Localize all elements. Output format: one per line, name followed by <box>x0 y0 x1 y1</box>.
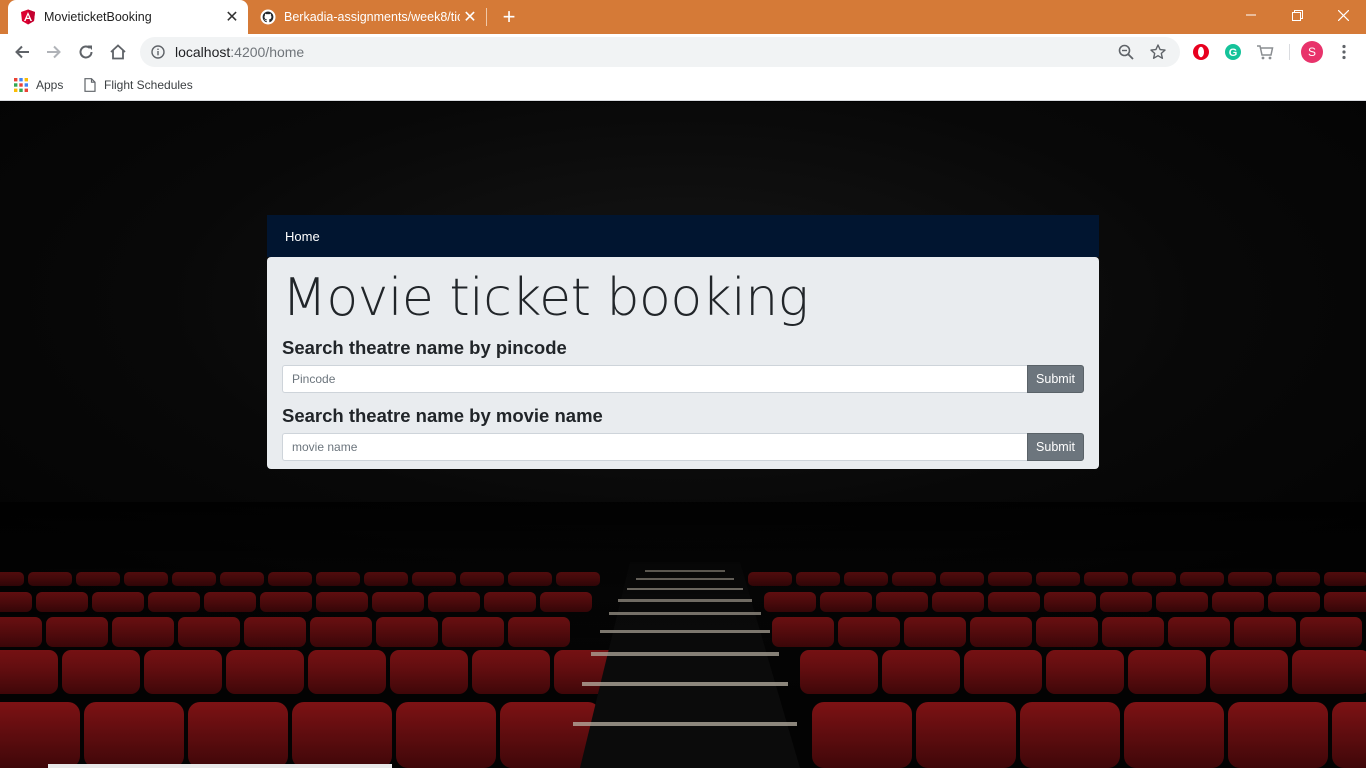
page-icon <box>84 78 96 92</box>
browser-tab-bar: MovieticketBooking ✕ Berkadia-assignment… <box>0 0 1366 34</box>
page-title: Movie ticket booking <box>282 268 809 328</box>
tab-title: Berkadia-assignments/week8/tic <box>284 10 460 24</box>
movie-name-input[interactable] <box>282 433 1027 461</box>
movie-search-heading: Search theatre name by movie name <box>282 405 603 426</box>
bookmarks-bar: Apps Flight Schedules <box>0 70 1366 101</box>
bookmark-label: Flight Schedules <box>104 78 193 92</box>
bookmark-flight-schedules[interactable]: Flight Schedules <box>84 76 193 94</box>
profile-initial: S <box>1307 45 1316 59</box>
tab-close-icon[interactable]: ✕ <box>222 7 242 27</box>
bookmark-label: Apps <box>36 78 64 92</box>
url-host: localhost <box>175 44 231 60</box>
forward-arrow-icon[interactable] <box>40 38 68 66</box>
tab-movieticketbooking[interactable]: MovieticketBooking ✕ <box>8 0 248 34</box>
window-close-icon[interactable] <box>1320 0 1366 30</box>
info-icon[interactable] <box>151 45 165 59</box>
apps-grid-icon <box>14 78 28 92</box>
pincode-search-heading: Search theatre name by pincode <box>282 337 567 358</box>
bookmark-star-icon[interactable] <box>1149 43 1167 61</box>
pincode-input[interactable] <box>282 365 1027 393</box>
new-tab-plus-icon[interactable]: + <box>498 6 520 28</box>
address-bar[interactable]: localhost:4200/home <box>140 37 1180 67</box>
search-jumbotron: Movie ticket booking Search theatre name… <box>267 257 1099 469</box>
horizontal-scrollbar[interactable] <box>48 764 392 768</box>
toolbar-separator <box>1289 44 1290 60</box>
nav-home-link[interactable]: Home <box>285 229 320 244</box>
movie-search-group: Submit <box>282 433 1084 461</box>
minimize-icon[interactable] <box>1228 0 1274 30</box>
more-menu-icon[interactable] <box>1334 42 1354 62</box>
pincode-submit-button[interactable]: Submit <box>1027 365 1084 393</box>
profile-avatar[interactable]: S <box>1301 41 1323 63</box>
top-navbar: Home <box>267 215 1099 257</box>
tab-github[interactable]: Berkadia-assignments/week8/tic ✕ <box>252 0 486 34</box>
restore-icon[interactable] <box>1274 0 1320 30</box>
grammarly-extension-icon[interactable]: G <box>1223 42 1243 62</box>
angular-icon <box>20 9 36 25</box>
tab-separator <box>486 8 487 26</box>
movie-submit-button[interactable]: Submit <box>1027 433 1084 461</box>
bookmark-apps[interactable]: Apps <box>14 76 63 94</box>
reload-icon[interactable] <box>72 38 100 66</box>
github-icon <box>260 9 276 25</box>
zoom-icon[interactable] <box>1117 43 1135 61</box>
shopping-cart-extension-icon[interactable] <box>1255 42 1275 62</box>
url-path: :4200/home <box>230 44 305 60</box>
home-icon[interactable] <box>104 38 132 66</box>
pincode-search-group: Submit <box>282 365 1084 393</box>
page-viewport: Home Movie ticket booking Search theatre… <box>0 102 1366 768</box>
opera-extension-icon[interactable] <box>1191 42 1211 62</box>
svg-text:G: G <box>1229 47 1238 59</box>
tab-close-icon[interactable]: ✕ <box>460 7 480 27</box>
tab-title: MovieticketBooking <box>44 10 152 24</box>
browser-toolbar: localhost:4200/home G S <box>0 34 1366 70</box>
back-arrow-icon[interactable] <box>8 38 36 66</box>
